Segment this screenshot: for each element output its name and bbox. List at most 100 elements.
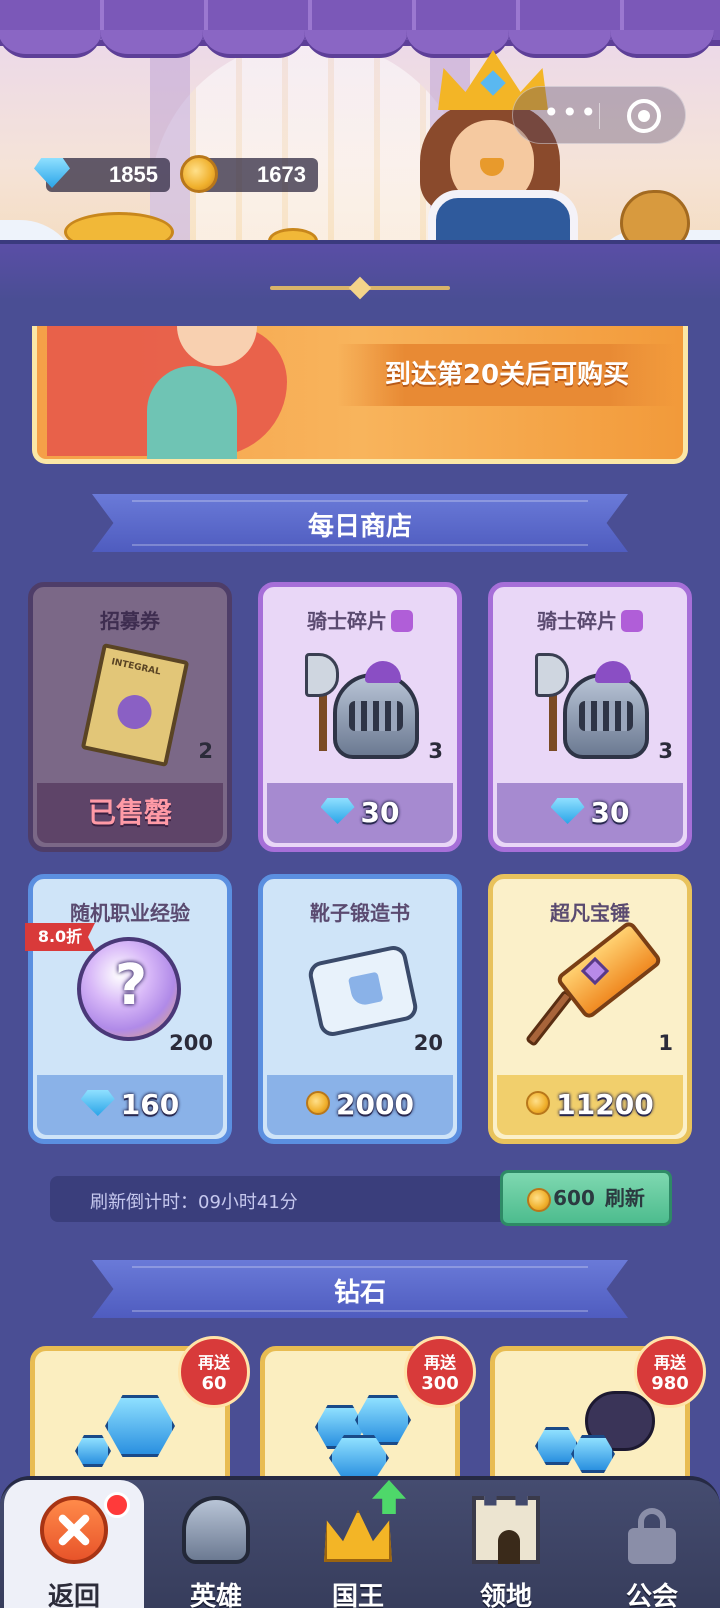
axe-icon xyxy=(305,653,339,697)
shop-item-hammer[interactable]: 超凡宝锤 1 11200 xyxy=(488,874,692,1144)
puzzle-icon xyxy=(621,609,643,632)
promo-banner[interactable]: 到达第20关后可购买 xyxy=(32,326,688,464)
bonus-amount: 300 xyxy=(421,1373,459,1394)
shop-item-recruit-ticket[interactable]: 招募券 INTEGRAL 2 已售罄 xyxy=(28,582,232,852)
nav-back[interactable]: 返回 xyxy=(4,1480,144,1608)
knight-plume xyxy=(595,661,631,683)
bonus-label: 再送 xyxy=(423,1353,456,1372)
price-value: 11200 xyxy=(556,1088,654,1121)
diamond-balance-value: 1855 xyxy=(109,162,158,187)
coin-balance[interactable]: 1673 xyxy=(180,155,318,193)
nav-heroes[interactable]: 英雄 xyxy=(146,1480,286,1608)
nav-king[interactable]: 国王 xyxy=(288,1480,428,1608)
curtain-scallop xyxy=(0,30,102,58)
recruit-ticket-icon: INTEGRAL xyxy=(75,643,195,767)
shop-item-boot-forge-book[interactable]: 靴子锻造书 20 2000 xyxy=(258,874,462,1144)
item-name: 随机职业经验 xyxy=(70,901,190,925)
coin-icon xyxy=(180,155,218,193)
gem xyxy=(105,1395,175,1457)
nav-guild[interactable]: 公会 xyxy=(582,1480,720,1608)
item-name: 骑士碎片 xyxy=(307,609,387,633)
price-button[interactable]: 2000 xyxy=(267,1075,453,1135)
bonus-badge: 再送 60 xyxy=(178,1336,250,1408)
item-name: 骑士碎片 xyxy=(537,609,617,633)
lock-icon xyxy=(628,1508,676,1564)
coin-icon xyxy=(306,1091,331,1115)
coin-balance-value: 1673 xyxy=(257,162,306,187)
shop-item-knight-shard[interactable]: 骑士碎片 3 30 xyxy=(488,582,692,852)
hammer-handle xyxy=(524,989,574,1048)
knight-icon xyxy=(305,643,425,763)
item-quantity: 200 xyxy=(169,1031,213,1055)
puzzle-icon xyxy=(391,609,413,632)
knight-icon xyxy=(535,643,655,763)
diamond-shop-title: 钻石 xyxy=(92,1260,628,1318)
bonus-badge: 再送 300 xyxy=(404,1336,476,1408)
nav-label: 返回 xyxy=(47,1582,100,1608)
diamond-icon xyxy=(320,798,355,824)
nav-label: 国王 xyxy=(331,1582,384,1608)
refresh-button[interactable]: 600 刷新 xyxy=(500,1170,672,1226)
gem xyxy=(535,1427,579,1465)
curtain-scallop xyxy=(610,30,714,58)
notification-dot xyxy=(104,1492,130,1518)
diamond-gems-icon xyxy=(75,1391,195,1481)
castle-door xyxy=(498,1530,520,1564)
gem xyxy=(75,1435,111,1467)
item-name: 超凡宝锤 xyxy=(550,901,630,925)
shop-item-random-class-exp[interactable]: 随机职业经验 ? 8.0折 200 160 xyxy=(25,874,232,1144)
item-quantity: 20 xyxy=(413,1031,443,1055)
nav-territory[interactable]: 领地 xyxy=(436,1480,576,1608)
bonus-amount: 60 xyxy=(201,1373,227,1394)
curtain-scallop xyxy=(202,30,306,58)
item-name-row: 骑士碎片 xyxy=(263,605,457,634)
item-name-row: 骑士碎片 xyxy=(493,605,687,634)
bottom-navigation: 返回 英雄 国王 领地 公会 xyxy=(0,1476,720,1608)
price-button[interactable]: 30 xyxy=(497,783,683,843)
knight-plume xyxy=(365,661,401,683)
bonus-label: 再送 xyxy=(653,1353,686,1372)
daily-shop-title-text: 每日商店 xyxy=(307,512,412,542)
capsule-divider xyxy=(599,103,600,129)
bonus-badge: 再送 980 xyxy=(634,1336,706,1408)
refresh-countdown-text: 刷新倒计时：09小时41分 xyxy=(90,1192,298,1213)
price-button[interactable]: 160 xyxy=(37,1075,223,1135)
bonus-amount: 980 xyxy=(651,1373,689,1394)
more-button[interactable]: ••• xyxy=(543,99,599,127)
price-value: 160 xyxy=(120,1088,180,1121)
shop-item-knight-shard[interactable]: 骑士碎片 3 30 xyxy=(258,582,462,852)
bonus-label: 再送 xyxy=(197,1353,230,1372)
nav-label: 领地 xyxy=(479,1582,532,1608)
refresh-button-label: 刷新 xyxy=(604,1186,645,1210)
price-button[interactable]: 11200 xyxy=(497,1075,683,1135)
banner-unlock-text: 到达第20关后可购买 xyxy=(384,360,630,390)
question-mark-icon: ? xyxy=(114,953,148,1018)
king-character xyxy=(410,50,590,260)
scroll-art xyxy=(306,943,420,1039)
refresh-cost: 600 xyxy=(553,1186,595,1210)
nav-label: 公会 xyxy=(625,1582,678,1608)
castle-icon xyxy=(472,1496,540,1564)
item-quantity: 3 xyxy=(428,739,443,763)
knight-visor xyxy=(579,701,633,731)
daily-shop-title: 每日商店 xyxy=(92,494,628,552)
close-icon xyxy=(40,1496,108,1564)
diamond-gems-icon xyxy=(535,1391,655,1481)
scroll-icon xyxy=(305,935,425,1055)
boot-icon xyxy=(347,971,384,1008)
price-value: 2000 xyxy=(336,1088,414,1121)
knight-helmet xyxy=(563,673,649,759)
nav-label: 英雄 xyxy=(189,1582,242,1608)
close-target-icon[interactable] xyxy=(627,99,661,133)
discount-tag: 8.0折 xyxy=(25,923,95,951)
price-value: 30 xyxy=(590,796,630,829)
arrow-up-icon xyxy=(372,1480,406,1514)
diamond-shop-title-text: 钻石 xyxy=(333,1278,386,1308)
crown-icon xyxy=(324,1510,392,1562)
diamond-balance[interactable]: 1855 xyxy=(34,158,170,192)
knight-visor xyxy=(349,701,403,731)
diamond-icon xyxy=(550,798,585,824)
price-button[interactable]: 30 xyxy=(267,783,453,843)
item-quantity: 1 xyxy=(658,1031,673,1055)
coin-icon xyxy=(526,1091,551,1115)
